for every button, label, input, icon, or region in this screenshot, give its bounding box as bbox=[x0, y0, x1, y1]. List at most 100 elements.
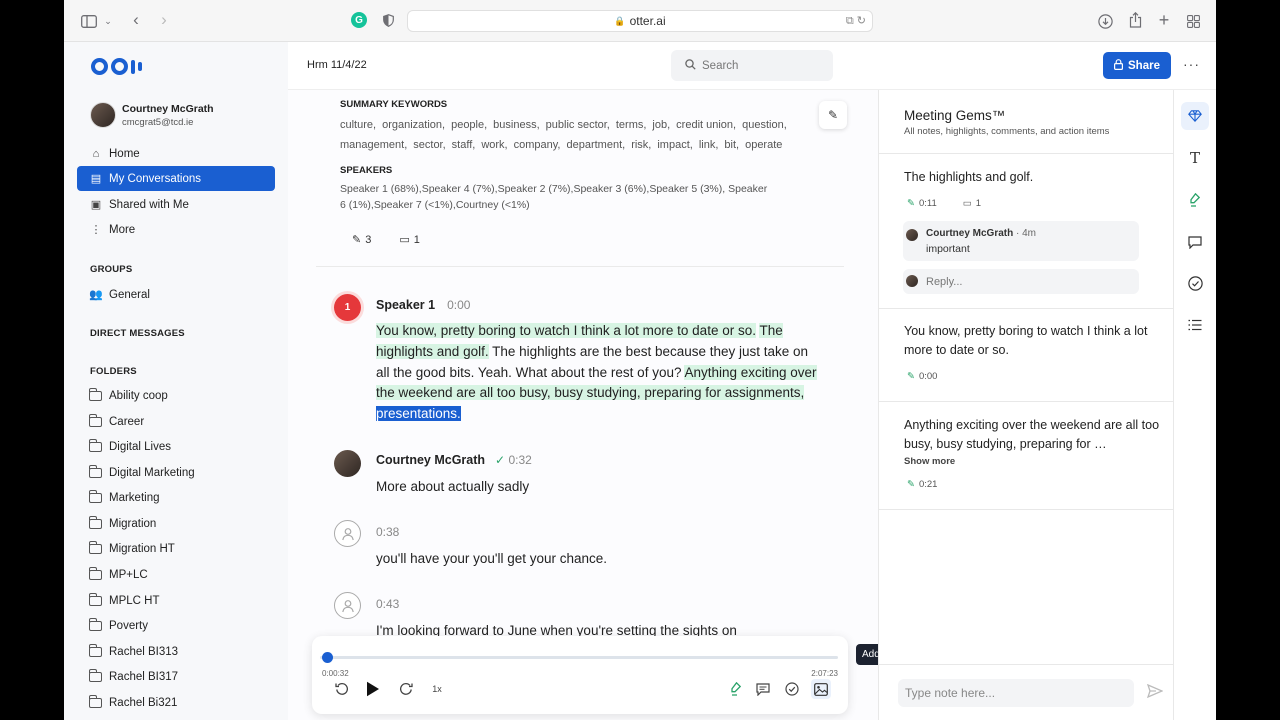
keyword[interactable]: business, bbox=[493, 119, 539, 131]
unknown-speaker-icon[interactable] bbox=[334, 592, 361, 619]
folder-item[interactable]: Digital Marketing bbox=[89, 465, 195, 479]
conversation-title[interactable]: Hrm 11/4/22 bbox=[307, 59, 367, 71]
folder-item[interactable]: Rachel BI317 bbox=[89, 669, 178, 683]
back-arrow-icon[interactable]: ‹ bbox=[128, 10, 144, 29]
unknown-speaker-icon[interactable] bbox=[334, 520, 361, 547]
gem-diamond-icon[interactable] bbox=[1181, 102, 1209, 130]
grammarly-extension-icon[interactable]: G bbox=[351, 12, 367, 28]
share-sheet-icon[interactable] bbox=[1126, 11, 1144, 29]
search-input[interactable]: Search bbox=[671, 50, 833, 81]
folder-item[interactable]: Rachel Bi321 bbox=[89, 695, 177, 709]
sidebar-toggle-icon[interactable] bbox=[80, 13, 98, 29]
tab-overview-icon[interactable] bbox=[1184, 12, 1202, 30]
keyword[interactable]: terms, bbox=[616, 119, 647, 131]
share-button[interactable]: Share bbox=[1103, 52, 1171, 79]
highlight-icon[interactable] bbox=[1181, 186, 1209, 214]
segment-time[interactable]: 0:38 bbox=[376, 525, 399, 539]
nav-shared-with-me[interactable]: ▣ Shared with Me bbox=[77, 192, 275, 217]
utterance-text[interactable]: You know, pretty boring to watch I think… bbox=[376, 321, 821, 425]
action-item-icon[interactable] bbox=[784, 680, 800, 698]
more-options-button[interactable]: ··· bbox=[1183, 56, 1200, 72]
folder-item[interactable]: Ability coop bbox=[89, 388, 168, 402]
keyword[interactable]: department, bbox=[566, 139, 625, 151]
nav-more[interactable]: ⋮ More bbox=[77, 217, 275, 242]
fast-forward-icon[interactable] bbox=[398, 680, 414, 698]
action-item-icon[interactable] bbox=[1181, 269, 1209, 297]
privacy-shield-icon[interactable] bbox=[381, 12, 395, 28]
keyword[interactable]: credit union, bbox=[676, 119, 736, 131]
folder-item[interactable]: Migration bbox=[89, 516, 156, 530]
speaker-badge[interactable]: 1 bbox=[334, 294, 361, 321]
keyword[interactable]: sector, bbox=[413, 139, 445, 151]
speaker-name[interactable]: Courtney McGrath ✓ 0:32 bbox=[376, 453, 532, 467]
comment-icon[interactable] bbox=[755, 680, 771, 698]
keyword[interactable]: operate bbox=[745, 139, 782, 151]
playback-scrubber[interactable] bbox=[320, 652, 838, 663]
keyword[interactable]: organization, bbox=[382, 119, 445, 131]
keyword[interactable]: people, bbox=[451, 119, 487, 131]
add-photo-icon[interactable] bbox=[811, 679, 831, 699]
speaker-name[interactable]: 0:38 bbox=[376, 525, 399, 539]
folder-item[interactable]: Migration HT bbox=[89, 541, 175, 555]
segment-time[interactable]: ✓ 0:32 bbox=[495, 453, 532, 467]
gem-text[interactable]: Anything exciting over the weekend are a… bbox=[904, 416, 1164, 454]
folder-item[interactable]: Career bbox=[89, 414, 144, 428]
reload-icon[interactable]: ⧉ ↻ bbox=[846, 14, 866, 28]
speaker-avatar[interactable] bbox=[334, 450, 361, 477]
new-tab-icon[interactable]: + bbox=[1155, 10, 1173, 30]
chevron-down-icon[interactable]: ⌄ bbox=[102, 14, 114, 28]
segment-time[interactable]: 0:00 bbox=[447, 298, 470, 312]
keyword[interactable]: staff, bbox=[452, 139, 476, 151]
folder-item[interactable]: Rachel BI313 bbox=[89, 644, 178, 658]
comment-count[interactable]: ▭ 1 bbox=[399, 233, 420, 247]
highlight-count[interactable]: ✎ 3 bbox=[352, 233, 371, 247]
keyword[interactable]: impact, bbox=[657, 139, 692, 151]
playback-speed-button[interactable]: 1x bbox=[428, 680, 446, 698]
send-icon[interactable] bbox=[1146, 683, 1164, 701]
gem-comment-count[interactable]: 1 bbox=[976, 198, 981, 209]
play-icon[interactable] bbox=[364, 680, 382, 698]
comment-icon[interactable] bbox=[1181, 228, 1209, 256]
highlighted-text[interactable]: You know, pretty boring to watch I think… bbox=[376, 323, 756, 338]
nav-my-conversations[interactable]: ▤ My Conversations bbox=[77, 166, 275, 191]
keyword[interactable]: risk, bbox=[631, 139, 651, 151]
speaker-name[interactable]: Speaker 1 0:00 bbox=[376, 298, 470, 312]
keyword[interactable]: management, bbox=[340, 139, 407, 151]
download-icon[interactable] bbox=[1096, 12, 1114, 30]
speaker-name[interactable]: 0:43 bbox=[376, 597, 399, 611]
keyword[interactable]: public sector, bbox=[546, 119, 610, 131]
keyword[interactable]: bit, bbox=[724, 139, 739, 151]
keyword[interactable]: link, bbox=[699, 139, 719, 151]
show-more-link[interactable]: Show more bbox=[904, 456, 955, 467]
nav-home[interactable]: ⌂ Home bbox=[77, 141, 275, 166]
note-input[interactable]: Type note here... bbox=[898, 679, 1134, 707]
forward-arrow-icon[interactable]: › bbox=[156, 10, 172, 29]
outline-list-icon[interactable] bbox=[1181, 311, 1209, 339]
folder-item[interactable]: MP+LC bbox=[89, 567, 148, 581]
comment-card[interactable]: Courtney McGrath · 4m important bbox=[903, 221, 1139, 261]
folder-item[interactable]: Digital Lives bbox=[89, 439, 171, 453]
highlight-icon[interactable] bbox=[728, 680, 744, 698]
reply-input[interactable]: Reply... bbox=[903, 269, 1139, 294]
scrubber-handle[interactable] bbox=[322, 652, 333, 663]
keyword[interactable]: work, bbox=[481, 139, 507, 151]
segment-time[interactable]: 0:43 bbox=[376, 597, 399, 611]
gem-time[interactable]: 0:21 bbox=[919, 479, 938, 490]
text-format-icon[interactable]: T bbox=[1181, 144, 1209, 172]
keyword[interactable]: company, bbox=[514, 139, 561, 151]
gem-time[interactable]: 0:11 bbox=[919, 198, 937, 209]
gem-text[interactable]: You know, pretty boring to watch I think… bbox=[904, 322, 1164, 360]
keyword[interactable]: question, bbox=[742, 119, 787, 131]
user-profile[interactable]: Courtney McGrath cmcgrat5@tcd.ie bbox=[90, 102, 214, 128]
rewind-icon[interactable] bbox=[334, 680, 350, 698]
gem-time[interactable]: 0:00 bbox=[919, 371, 938, 382]
otter-logo[interactable] bbox=[91, 58, 142, 75]
keyword[interactable]: culture, bbox=[340, 119, 376, 131]
selected-text[interactable]: presentations. bbox=[376, 406, 461, 422]
keyword[interactable]: job, bbox=[652, 119, 670, 131]
utterance-text[interactable]: you'll have your you'll get your chance. bbox=[376, 549, 821, 570]
group-general[interactable]: 👥 General bbox=[77, 282, 275, 307]
folder-item[interactable]: Poverty bbox=[89, 618, 148, 632]
folder-item[interactable]: MPLC HT bbox=[89, 593, 159, 607]
gem-text[interactable]: The highlights and golf. bbox=[904, 168, 1164, 187]
